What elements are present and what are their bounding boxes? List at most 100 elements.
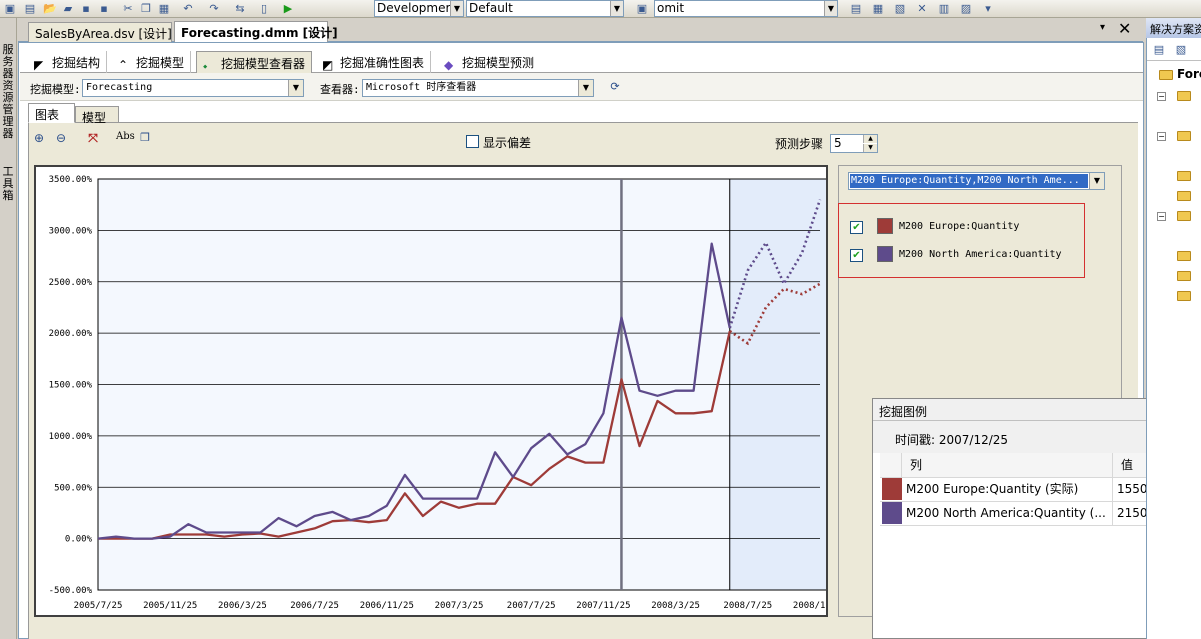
x-tick-label: 2007/7/25 bbox=[507, 601, 556, 611]
doc-tab-salesbyarea[interactable]: SalesByArea.dsv [设计] bbox=[28, 22, 172, 42]
tab-mining-model-viewer[interactable]: ⬩ 挖掘模型查看器 bbox=[196, 51, 313, 73]
legend-swatch-europe bbox=[877, 218, 893, 234]
row-color-swatch bbox=[882, 478, 902, 500]
save-icon[interactable]: ▪ bbox=[78, 1, 94, 16]
tree-expander-icon[interactable]: − bbox=[1157, 212, 1166, 221]
chevron-down-icon: ▼ bbox=[610, 1, 623, 16]
chevron-down-icon: ▼ bbox=[288, 80, 303, 96]
x-tick-label: 2005/11/25 bbox=[143, 601, 197, 611]
y-tick-label: 3500.00% bbox=[49, 175, 93, 185]
tab-mining-models[interactable]: ⌃ 挖掘模型 bbox=[112, 51, 192, 73]
tab-model[interactable]: 模型 bbox=[75, 106, 119, 125]
zoom-out-icon[interactable]: ⊖ bbox=[52, 129, 70, 147]
find-in-files-icon[interactable]: ▣ bbox=[634, 1, 650, 16]
tab-list-icon[interactable]: ▾ bbox=[1100, 22, 1105, 33]
navigate-icon[interactable]: ⇆ bbox=[232, 1, 248, 16]
prediction-steps-stepper[interactable]: 5 ▲ ▼ bbox=[830, 134, 878, 153]
new-project-icon[interactable]: ▣ bbox=[2, 1, 18, 16]
tree-expander-icon[interactable]: − bbox=[1157, 92, 1166, 101]
row-color-swatch bbox=[882, 502, 902, 524]
tree-expander-icon[interactable]: − bbox=[1157, 132, 1166, 141]
viewer-select[interactable]: Microsoft 时序查看器 ▼ bbox=[362, 79, 594, 97]
refresh-icon[interactable]: ⟳ bbox=[606, 78, 624, 96]
fit-to-window-icon[interactable]: ⤧ bbox=[84, 129, 102, 147]
folder-icon[interactable] bbox=[1177, 91, 1191, 101]
folder-icon[interactable] bbox=[1177, 171, 1191, 181]
y-tick-label: 2000.00% bbox=[49, 329, 93, 339]
document-tab-strip: SalesByArea.dsv [设计] Forecasting.dmm [设计… bbox=[18, 18, 1143, 43]
redo-icon[interactable]: ↷ bbox=[206, 1, 222, 16]
divider bbox=[1147, 60, 1201, 61]
mining-model-select[interactable]: Forecasting ▼ bbox=[82, 79, 304, 97]
prediction-gem-icon: ◆ bbox=[444, 58, 454, 72]
show-deviation-checkbox[interactable] bbox=[466, 135, 479, 148]
deploy-icon[interactable]: ▥ bbox=[936, 1, 952, 16]
series-select[interactable]: M200 Europe:Quantity,M200 North Ame... ▼ bbox=[848, 172, 1105, 190]
stepper-down-icon[interactable]: ▼ bbox=[863, 144, 877, 152]
mining-model-label: 挖掘模型: bbox=[30, 83, 81, 96]
column-header-col[interactable]: 列 bbox=[910, 453, 922, 477]
undo-icon[interactable]: ↶ bbox=[180, 1, 196, 16]
mining-structure-icon: ◤ bbox=[34, 58, 44, 72]
tools-icon[interactable]: ✕ bbox=[914, 1, 930, 16]
search-combo[interactable]: omit ▼ bbox=[654, 0, 838, 17]
abs-button[interactable]: Abs bbox=[116, 131, 135, 142]
x-tick-label: 2006/7/25 bbox=[290, 601, 339, 611]
folder-icon[interactable] bbox=[1177, 251, 1191, 261]
find-icon[interactable]: ▯ bbox=[256, 1, 272, 16]
legend-label-europe: M200 Europe:Quantity bbox=[899, 221, 1020, 232]
toolbox-tab[interactable]: 工具箱 bbox=[1, 166, 15, 216]
series-legend: ✔ M200 Europe:Quantity ✔ M200 North Amer… bbox=[838, 203, 1085, 278]
main-toolbar: ▣ ▤ 📂 ▰ ▪ ▪ ✂ ❐ ▦ ↶ ↷ ⇆ ▯ ▶ Developmer ▼… bbox=[0, 0, 1201, 18]
legend-swatch-north-america bbox=[877, 246, 893, 262]
save-all-icon[interactable]: ▪ bbox=[96, 1, 112, 16]
y-tick-label: 1000.00% bbox=[49, 432, 93, 442]
solution-root-icon bbox=[1159, 70, 1173, 80]
solution-explorer-title[interactable]: 解决方案资源管理器 bbox=[1146, 18, 1201, 38]
solution-explorer-icon[interactable]: ▤ bbox=[848, 1, 864, 16]
series-select-value: M200 Europe:Quantity,M200 North Ame... bbox=[850, 174, 1088, 188]
properties-icon[interactable]: ▦ bbox=[870, 1, 886, 16]
configuration-combo[interactable]: Developmer ▼ bbox=[374, 0, 464, 17]
open-folder-icon[interactable]: ▰ bbox=[60, 1, 76, 16]
folder-icon[interactable] bbox=[1177, 271, 1191, 281]
tab-mining-model-prediction[interactable]: ◆ 挖掘模型预测 bbox=[438, 51, 540, 73]
folder-icon[interactable] bbox=[1177, 291, 1191, 301]
tab-label: 挖掘结构 bbox=[52, 56, 101, 70]
tab-chart[interactable]: 图表 bbox=[28, 103, 75, 123]
server-explorer-tab[interactable]: 服务器资源管理器 bbox=[1, 44, 15, 156]
close-icon[interactable]: ✕ bbox=[1118, 19, 1131, 38]
folder-icon[interactable] bbox=[1177, 191, 1191, 201]
solution-root-label[interactable]: Fore bbox=[1177, 67, 1201, 81]
properties-icon[interactable]: ▤ bbox=[1151, 42, 1167, 57]
folder-icon[interactable] bbox=[1177, 131, 1191, 141]
viewer-value: Microsoft 时序查看器 bbox=[366, 82, 477, 93]
cut-icon[interactable]: ✂ bbox=[120, 1, 136, 16]
legend-checkbox-europe[interactable]: ✔ bbox=[850, 221, 863, 234]
folder-icon[interactable] bbox=[1177, 211, 1191, 221]
toolbar-options-icon[interactable]: ▾ bbox=[980, 1, 996, 16]
legend-checkbox-north-america[interactable]: ✔ bbox=[850, 249, 863, 262]
platform-combo[interactable]: Default ▼ bbox=[466, 0, 624, 17]
paste-icon[interactable]: ▦ bbox=[156, 1, 172, 16]
chevron-down-icon: ▼ bbox=[824, 1, 837, 16]
stepper-up-icon[interactable]: ▲ bbox=[863, 135, 877, 143]
show-all-files-icon[interactable]: ▧ bbox=[1173, 42, 1189, 57]
platform-value: Default bbox=[469, 1, 513, 15]
tab-label: 挖掘模型 bbox=[136, 56, 185, 70]
mining-model-value: Forecasting bbox=[86, 82, 153, 93]
copy-icon[interactable]: ❐ bbox=[138, 1, 154, 16]
object-browser-icon[interactable]: ▧ bbox=[892, 1, 908, 16]
start-debug-icon[interactable]: ▶ bbox=[280, 1, 296, 16]
process-icon[interactable]: ▨ bbox=[958, 1, 974, 16]
designer-tab-strip: ◤ 挖掘结构 ⌃ 挖掘模型 ⬩ 挖掘模型查看器 ◩ 挖掘准确性图表 ◆ 挖掘模型预测 bbox=[20, 51, 1143, 73]
x-tick-label: 2007/11/25 bbox=[576, 601, 630, 611]
add-item-icon[interactable]: ▤ bbox=[22, 1, 38, 16]
zoom-in-icon[interactable]: ⊕ bbox=[30, 129, 48, 147]
copy-chart-icon[interactable]: ❐ bbox=[136, 129, 154, 147]
tab-mining-structure[interactable]: ◤ 挖掘结构 bbox=[28, 51, 108, 73]
open-file-icon[interactable]: 📂 bbox=[42, 1, 58, 16]
tab-mining-accuracy-chart[interactable]: ◩ 挖掘准确性图表 bbox=[316, 51, 432, 73]
search-value: omit bbox=[657, 1, 685, 15]
doc-tab-forecasting[interactable]: Forecasting.dmm [设计] bbox=[174, 21, 338, 43]
